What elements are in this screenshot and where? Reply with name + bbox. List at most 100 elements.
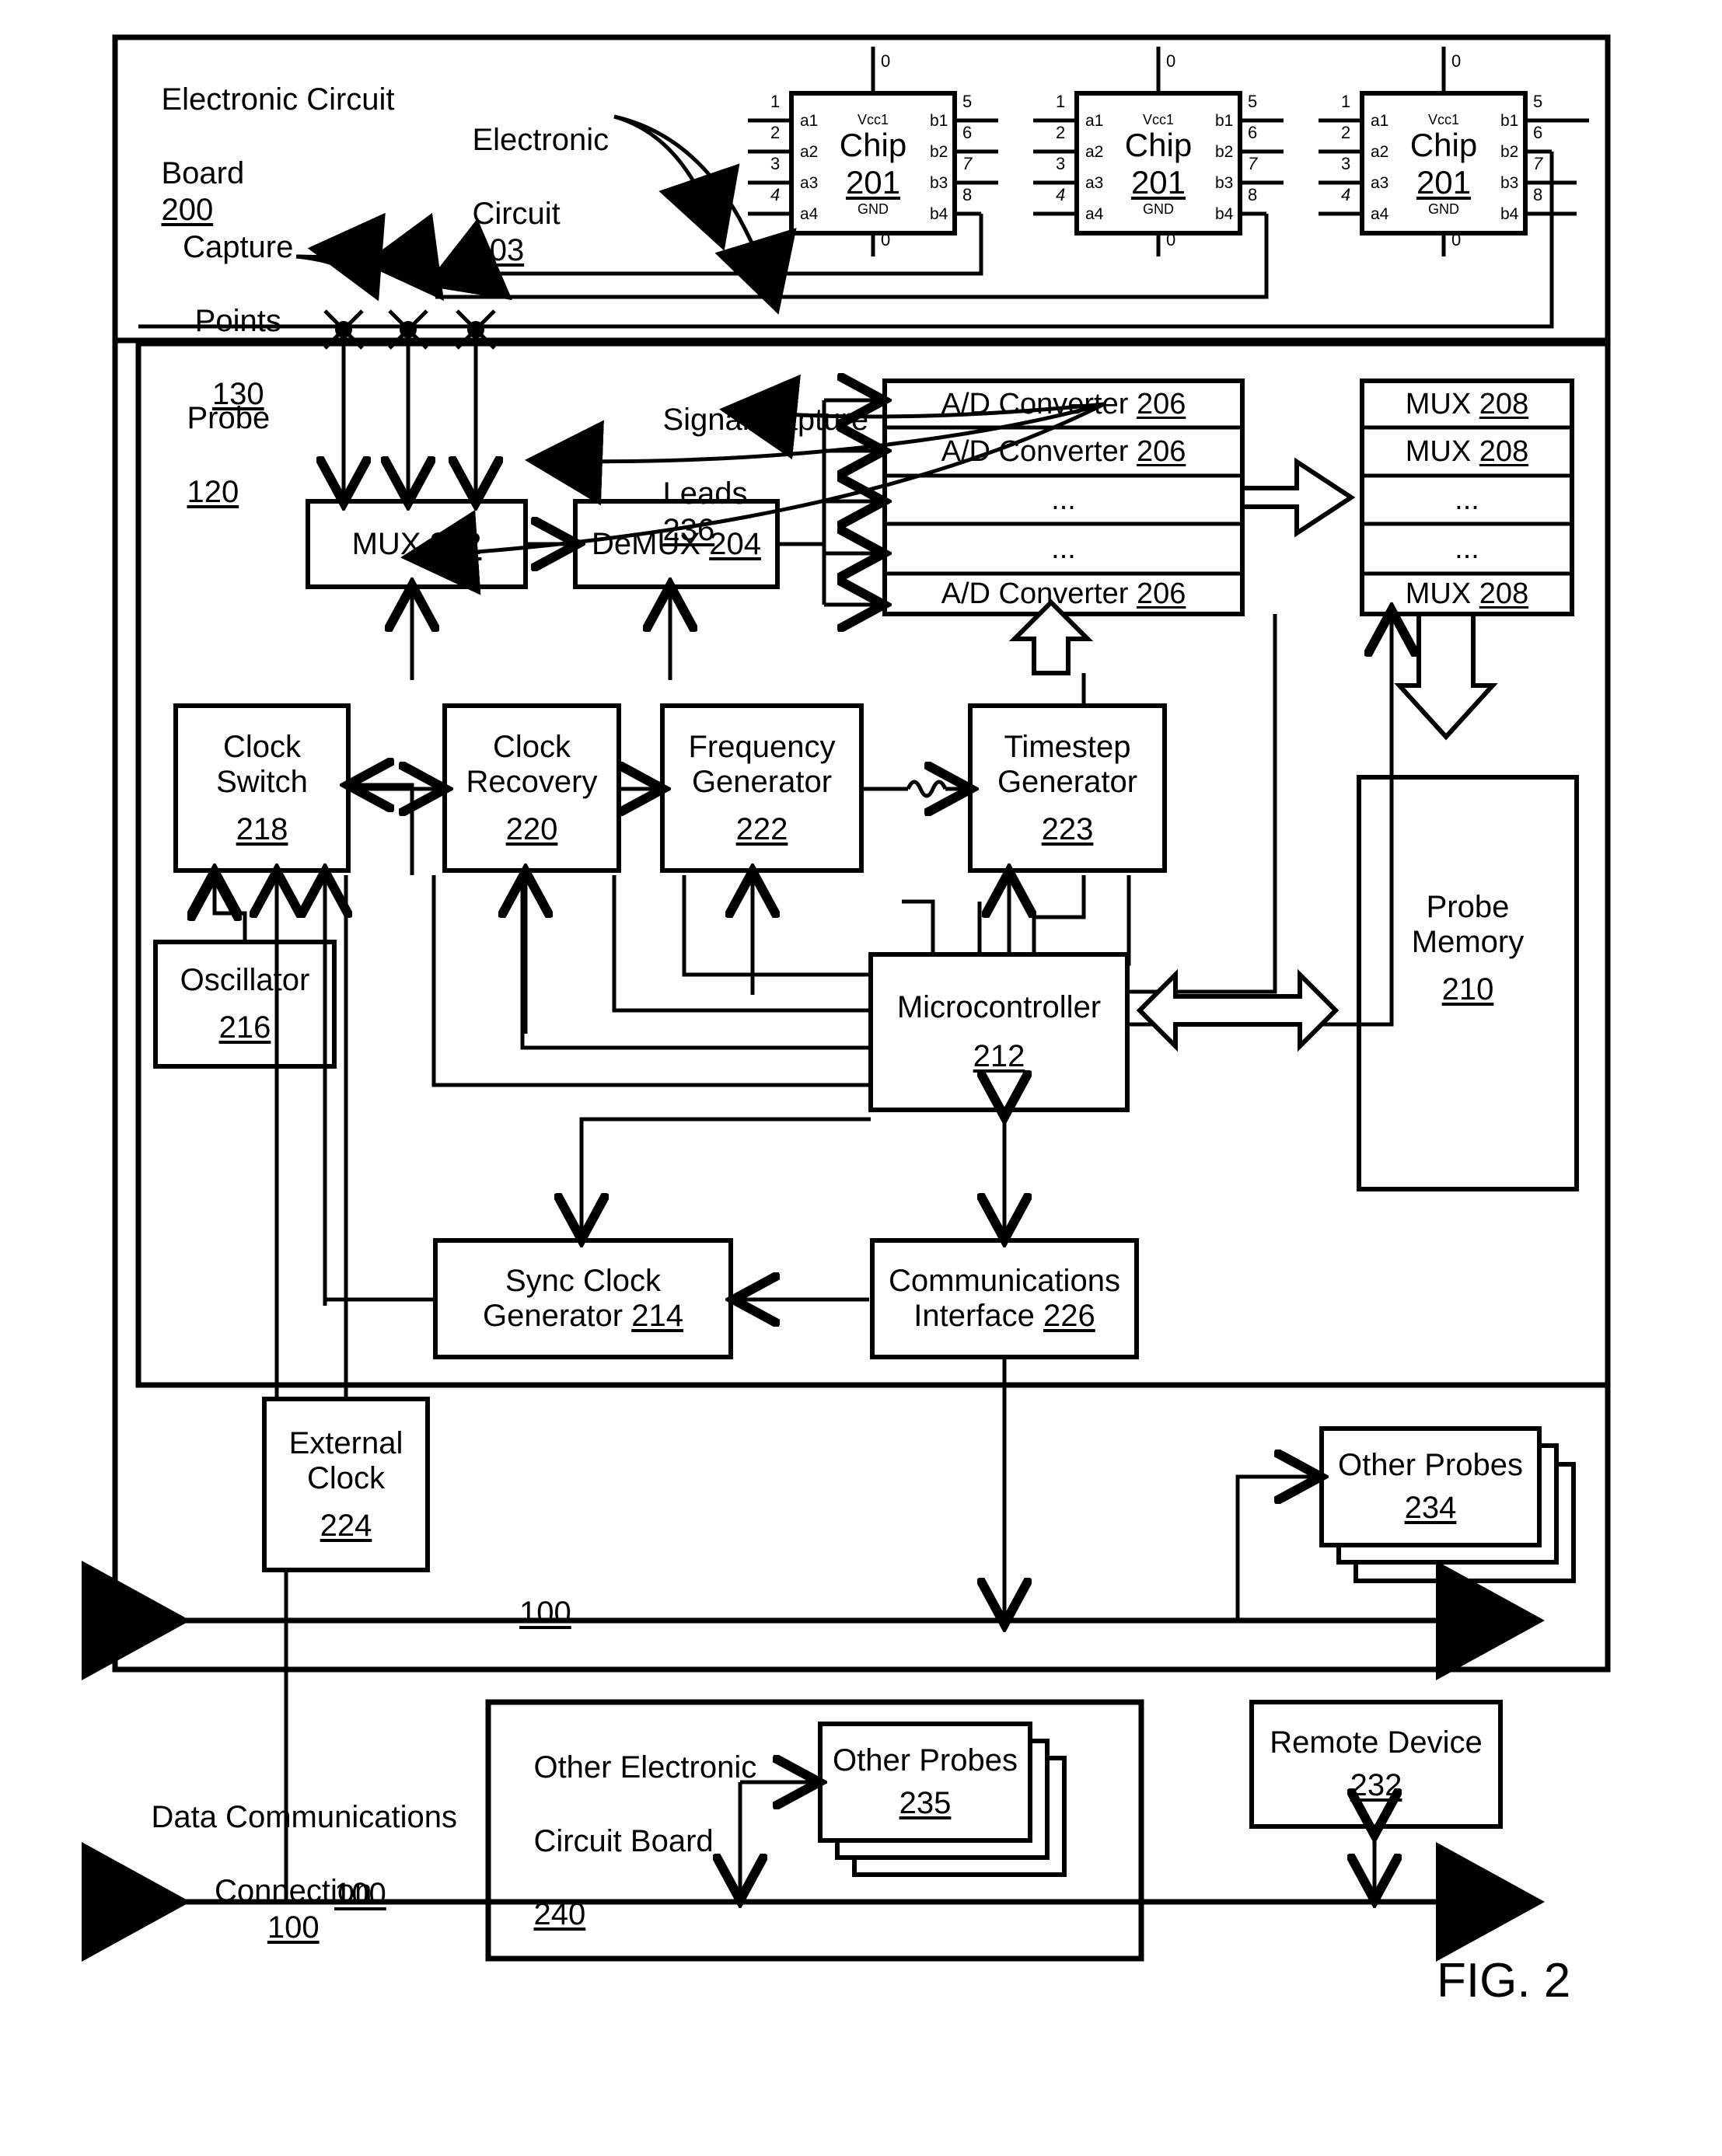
chip-2-pinnum-6: 6 <box>1248 123 1258 142</box>
board-title-line2: Board <box>161 155 245 190</box>
chip-3-pin-a1: a1 <box>1371 112 1389 130</box>
probe-title-text: Probe <box>187 401 271 436</box>
sync-clock-generator-block[interactable]: Sync Clock Generator 214 <box>435 1240 731 1357</box>
oscillator-ref: 216 <box>218 1010 271 1045</box>
figure-canvas: Electronic Circuit Board 2 0 0 Electronic … <box>0 0 1722 2156</box>
mux208-row-5[interactable]: MUX 208 <box>1362 574 1572 614</box>
figure-caption: FIG. 2 <box>1437 1954 1571 2008</box>
chip-1-pin-b4: b4 <box>930 205 948 223</box>
chip-2-pin-a4: a4 <box>1085 205 1104 223</box>
chip-2-pinnum-bottom: 0 <box>1166 230 1176 249</box>
chip-1-pin-b3: b3 <box>930 174 948 192</box>
chip-3-pin-b2: b2 <box>1500 143 1519 161</box>
chip-1-vcc-label: Vcc1 <box>857 112 889 127</box>
chip-2-pin-b3: b3 <box>1215 174 1234 192</box>
adc-row-1-ref: 206 <box>1136 387 1186 420</box>
mux208-row-4-ellipsis: ... <box>1362 524 1572 574</box>
other-probes-235-line1: Other Probes <box>833 1743 1018 1777</box>
oscillator-block[interactable]: Oscillator 216 <box>155 942 334 1066</box>
chip-3-name: Chip <box>1409 127 1478 163</box>
clock-recovery-block[interactable]: Clock Recovery 220 <box>445 706 619 870</box>
adc-row-2-label: A/D Converter <box>941 434 1129 468</box>
chip-2-pin-b2: b2 <box>1215 143 1234 161</box>
chip-3-pinnum-7: 7 <box>1533 154 1543 173</box>
other-probes-234-block[interactable]: Other Probes 234 <box>1322 1429 1539 1545</box>
mux208-row-2[interactable]: MUX 208 <box>1362 427 1572 476</box>
communications-interface-line2: Interface <box>913 1299 1035 1333</box>
timestep-generator-block[interactable]: Timestep Generator 223 <box>970 706 1165 870</box>
electronic-circuit-ref: 203 <box>472 232 525 267</box>
capture-points-line1: Capture <box>183 230 294 265</box>
chip-3-vcc-label: Vcc1 <box>1427 112 1460 127</box>
adc-row-2[interactable]: A/D Converter 206 <box>885 427 1242 476</box>
probe-title: Probe 120 <box>152 364 270 547</box>
chip-2-pinnum-3: 3 <box>1056 154 1066 173</box>
external-clock-ref: 224 <box>320 1508 372 1543</box>
timestep-generator-line2: Generator <box>997 764 1138 799</box>
electronic-circuit-line2: Circuit <box>472 196 561 231</box>
demux-204-block[interactable]: DeMUX 204 <box>575 501 777 587</box>
external-clock-block[interactable]: External Clock 224 <box>264 1399 428 1570</box>
communications-interface-block[interactable]: Communications Interface 226 <box>872 1240 1137 1357</box>
adc-row-4-label: ... <box>1051 532 1076 565</box>
microcontroller-ref: 212 <box>973 1039 1025 1073</box>
chip-1-pinnum-1: 1 <box>770 92 781 111</box>
communications-interface-line1: Communications <box>889 1264 1120 1298</box>
chip-1-pinnum-5: 5 <box>962 92 973 111</box>
chip-1-pin-b1: b1 <box>930 112 948 130</box>
chip-1-pinnum-2: 2 <box>770 123 781 142</box>
chip-1-pin-a2: a2 <box>800 143 819 161</box>
chip-1-pinnum-4: 4 <box>770 185 781 204</box>
mux208-row-1[interactable]: MUX 208 <box>1362 381 1572 427</box>
other-board-label: Other Electronic Circuit Board 240 <box>499 1713 756 1969</box>
remote-device-block[interactable]: Remote Device 232 <box>1252 1702 1500 1826</box>
chip-3-pinnum-2: 2 <box>1341 123 1351 142</box>
chip-2-pin-b1: b1 <box>1215 112 1234 130</box>
other-probes-235-block[interactable]: Other Probes 235 <box>820 1724 1030 1840</box>
sync-clock-generator-line2: Generator <box>483 1299 623 1333</box>
chip-1-pinnum-7: 7 <box>962 154 973 173</box>
chip-1-pinnum-3: 3 <box>770 154 781 173</box>
chip-2-vcc-label: Vcc1 <box>1142 112 1175 127</box>
data-communications-connection-label: Data Communications Connection 100 <box>117 1763 457 1983</box>
adc-row-3-ellipsis: ... <box>885 476 1242 524</box>
chip-1-pinnum-bottom: 0 <box>881 230 891 249</box>
other-probes-234-ref: 234 <box>1404 1491 1457 1525</box>
external-clock-line1: External <box>288 1425 403 1460</box>
data-communications-connection-line1: Data Communications <box>151 1800 457 1835</box>
adc-row-5[interactable]: A/D Converter 206 <box>885 574 1242 614</box>
chip-3-pinnum-top: 0 <box>1451 51 1462 71</box>
electronic-circuit-line1: Electronic <box>472 123 610 158</box>
clock-switch-block[interactable]: Clock Switch 218 <box>176 706 348 870</box>
board-title-line1: Electronic Circuit <box>161 82 395 117</box>
chip-1-pin-a3: a3 <box>800 174 819 192</box>
adc-row-4-ellipsis: ... <box>885 524 1242 574</box>
chip-3-pinnum-3: 3 <box>1341 154 1351 173</box>
frequency-generator-ref: 222 <box>735 811 788 846</box>
chip-3-pin-b1: b1 <box>1500 112 1519 130</box>
adc-row-1[interactable]: A/D Converter 206 <box>885 381 1242 427</box>
microcontroller-line1: Microcontroller <box>896 990 1102 1024</box>
electronic-circuit-label: Electronic Circuit 203 <box>438 85 609 305</box>
chip-1-ref: 201 <box>845 164 901 201</box>
chip-1-pin-a4: a4 <box>800 205 819 223</box>
chip-2-pinnum-7: 7 <box>1248 154 1258 173</box>
probe-memory-block[interactable]: Probe Memory 210 <box>1359 878 1577 1018</box>
mux-202-block[interactable]: MUX 202 <box>308 501 526 587</box>
communications-interface-ref: 226 <box>1043 1299 1095 1333</box>
frequency-generator-block[interactable]: Frequency Generator 222 <box>662 706 861 870</box>
other-probes-234-line1: Other Probes <box>1338 1448 1523 1482</box>
signal-capture-leads-line1: Signal Capture <box>662 403 869 438</box>
mux208-row-3-ellipsis: ... <box>1362 476 1572 524</box>
chip-3-pin-b3: b3 <box>1500 174 1519 192</box>
remote-device-ref: 232 <box>1350 1768 1402 1802</box>
mux208-row-5-label: MUX <box>1405 577 1472 610</box>
chip-3-pinnum-8: 8 <box>1533 185 1543 204</box>
adc-row-1-label: A/D Converter <box>941 387 1129 420</box>
mux208-row-2-label: MUX <box>1405 434 1472 468</box>
demux-204-ref: 204 <box>709 526 761 561</box>
probe-memory-ref: 210 <box>1441 972 1494 1006</box>
capture-points-line2: Points <box>194 303 281 338</box>
microcontroller-block[interactable]: Microcontroller 212 <box>871 954 1127 1110</box>
adc-row-5-label: A/D Converter <box>941 577 1129 610</box>
